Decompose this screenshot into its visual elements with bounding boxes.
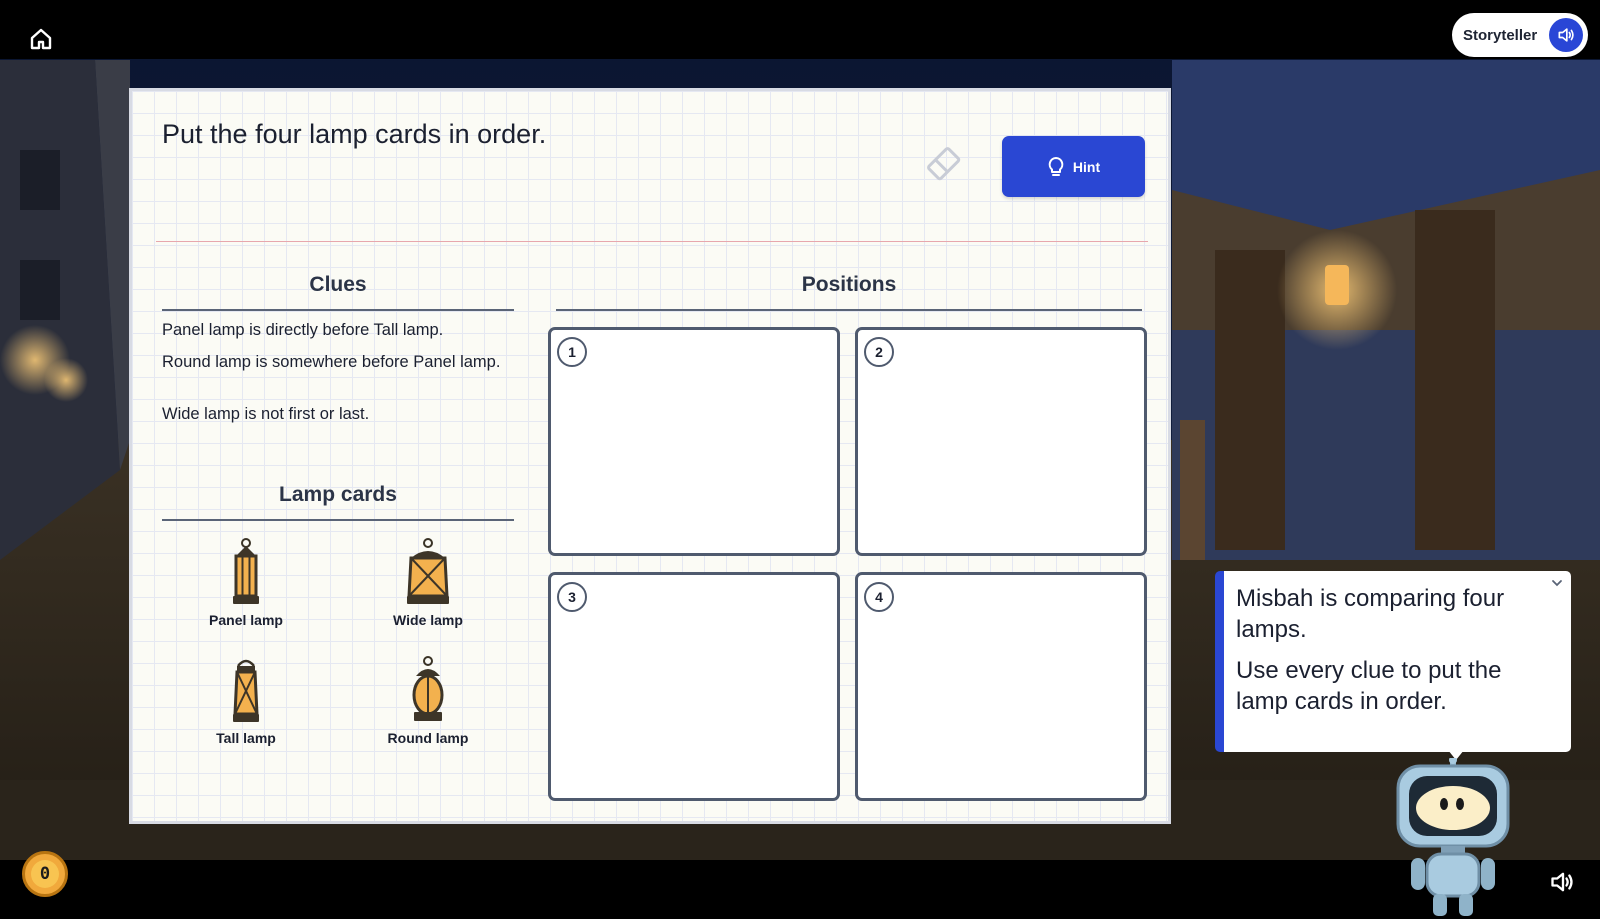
- top-bar: [0, 0, 1600, 59]
- positions-divider: [556, 309, 1142, 311]
- robot-character: [1396, 758, 1510, 916]
- clue-item: Panel lamp is directly before Tall lamp.: [162, 321, 444, 339]
- lamp-card-wide[interactable]: Wide lamp: [353, 538, 503, 628]
- lamp-card-panel[interactable]: Panel lamp: [171, 538, 321, 628]
- lamp-card-label: Wide lamp: [393, 612, 463, 628]
- lamp-card-round[interactable]: Round lamp: [353, 656, 503, 746]
- lamp-card-label: Tall lamp: [216, 730, 276, 746]
- position-slot-3[interactable]: 3: [548, 572, 840, 801]
- position-number: 4: [864, 582, 894, 612]
- clue-item: Wide lamp is not first or last.: [162, 405, 370, 423]
- game-screen: Storyteller Put the four lamp cards in o…: [0, 0, 1600, 919]
- home-button[interactable]: [22, 20, 60, 58]
- divider-line: [156, 241, 1148, 242]
- positions-title: Positions: [801, 273, 897, 296]
- lamp-card-label: Round lamp: [387, 730, 469, 746]
- narrator-speech-bubble: Misbah is comparing four lamps. Use ever…: [1215, 571, 1571, 752]
- volume-button[interactable]: [1547, 866, 1579, 898]
- tall-lamp-icon: [233, 659, 259, 722]
- lightbulb-icon: [1048, 156, 1064, 176]
- clues-divider: [162, 309, 514, 311]
- lamp-cards-divider: [162, 519, 514, 521]
- panel-lamp-icon: [233, 538, 259, 604]
- puzzle-title: Put the four lamp cards in order.: [162, 119, 547, 149]
- position-number: 1: [557, 337, 587, 367]
- round-lamp-icon: [412, 656, 444, 721]
- storyteller-label: Storyteller: [1463, 26, 1538, 44]
- bottom-bar: [0, 860, 1600, 919]
- lamp-card-tall[interactable]: Tall lamp: [171, 656, 321, 746]
- chevron-down-icon[interactable]: [1549, 575, 1565, 591]
- narrator-line: Misbah is comparing four lamps.: [1236, 585, 1505, 643]
- clue-item: Round lamp is somewhere before Panel lam…: [162, 353, 501, 371]
- home-icon: [30, 28, 52, 50]
- position-slot-4[interactable]: 4: [855, 572, 1147, 801]
- hint-button[interactable]: Hint: [1002, 136, 1145, 197]
- puzzle-card: Put the four lamp cards in order. Hint C…: [129, 88, 1171, 824]
- speaker-icon: [1549, 18, 1583, 52]
- storyteller-toggle[interactable]: Storyteller: [1452, 13, 1588, 57]
- clues-title: Clues: [309, 273, 367, 296]
- position-number: 2: [864, 337, 894, 367]
- coin-count: 0: [31, 860, 59, 888]
- lamp-cards-title: Lamp cards: [279, 483, 397, 506]
- lamp-card-label: Panel lamp: [209, 612, 283, 628]
- hint-label: Hint: [1072, 158, 1101, 175]
- position-number: 3: [557, 582, 587, 612]
- eraser-icon[interactable]: [923, 143, 965, 185]
- volume-icon: [1551, 872, 1573, 892]
- position-slot-1[interactable]: 1: [548, 327, 840, 556]
- coin-counter[interactable]: 0: [22, 851, 68, 897]
- position-slot-2[interactable]: 2: [855, 327, 1147, 556]
- wide-lamp-icon: [407, 538, 449, 604]
- narrator-line: Use every clue to put the lamp cards in …: [1236, 657, 1502, 715]
